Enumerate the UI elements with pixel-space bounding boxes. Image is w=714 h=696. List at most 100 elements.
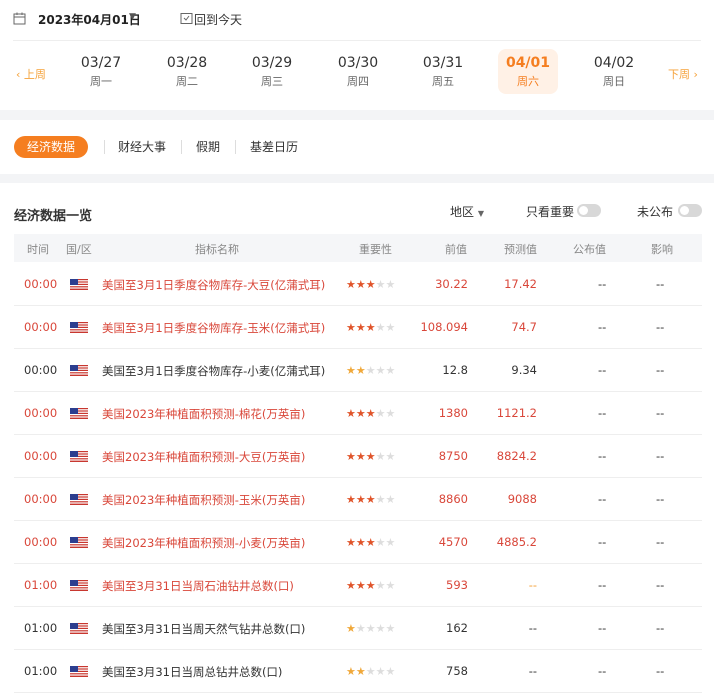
star-icon: ★ <box>375 278 386 291</box>
day-tab-0327[interactable]: 03/27 周一 <box>71 49 131 94</box>
star-icon: ★ <box>355 579 366 592</box>
row-time: 00:00 <box>24 449 58 463</box>
day-date: 03/27 <box>80 55 122 71</box>
star-icon: ★ <box>365 493 376 506</box>
star-icon: ★ <box>375 536 386 549</box>
us-flag-icon <box>70 322 88 333</box>
star-icon: ★ <box>385 665 396 678</box>
day-weekday: 周五 <box>432 75 454 88</box>
economic-data-panel: 经济数据一览 地区 ▼ 只看重要 未公布 时间 国/区 指标名称 重要性 前值 … <box>0 183 714 696</box>
tab-basis-calendar[interactable]: 基差日历 <box>250 136 298 158</box>
us-flag-icon <box>70 623 88 634</box>
us-flag-icon <box>70 279 88 290</box>
day-tab-0331[interactable]: 03/31 周五 <box>413 49 473 94</box>
us-flag-icon <box>70 408 88 419</box>
prev-week-button[interactable]: ‹ 上周 <box>16 66 46 82</box>
back-to-today-link[interactable]: 回到今天 <box>194 11 242 28</box>
importance-stars: ★★★★★ <box>346 321 395 334</box>
star-icon: ★ <box>346 665 356 678</box>
table-row[interactable]: 00:00 美国2023年种植面积预测-大豆(万英亩) ★★★★★ 8750 8824.… <box>14 435 702 478</box>
row-time: 01:00 <box>24 664 58 678</box>
day-tab-0329[interactable]: 03/29 周三 <box>242 49 302 94</box>
row-time: 01:00 <box>24 621 58 635</box>
row-time: 01:00 <box>24 578 58 592</box>
row-forecast: -- <box>528 578 537 592</box>
star-icon: ★ <box>346 622 356 635</box>
next-week-label: 下周 <box>668 68 690 81</box>
calendar-icon[interactable] <box>13 12 26 25</box>
us-flag-icon <box>70 451 88 462</box>
row-indicator-name[interactable]: 美国至3月31日当周石油钻井总数(口) <box>102 578 294 594</box>
star-icon: ★ <box>346 321 356 334</box>
day-weekday: 周三 <box>261 75 283 88</box>
day-weekday: 周四 <box>347 75 369 88</box>
table-row[interactable]: 00:00 美国至3月1日季度谷物库存-玉米(亿蒲式耳) ★★★★★ 108.094 7… <box>14 306 702 349</box>
important-only-toggle[interactable] <box>577 204 601 217</box>
row-indicator-name[interactable]: 美国至3月1日季度谷物库存-小麦(亿蒲式耳) <box>102 363 325 379</box>
day-tab-0330[interactable]: 03/30 周四 <box>328 49 388 94</box>
row-indicator-name[interactable]: 美国2023年种植面积预测-小麦(万英亩) <box>102 535 305 551</box>
region-filter[interactable]: 地区 ▼ <box>450 203 484 220</box>
day-tab-0401[interactable]: 04/01 周六 <box>498 49 558 94</box>
star-icon: ★ <box>385 407 396 420</box>
row-actual: -- <box>598 535 607 549</box>
chevron-down-icon[interactable]: ▼ <box>129 12 136 22</box>
table-row[interactable]: 00:00 美国2023年种植面积预测-玉米(万英亩) ★★★★★ 8860 9088-… <box>14 478 702 521</box>
row-indicator-name[interactable]: 美国2023年种植面积预测-大豆(万英亩) <box>102 449 305 465</box>
row-indicator-name[interactable]: 美国2023年种植面积预测-棉花(万英亩) <box>102 406 305 422</box>
table-row[interactable]: 00:00 美国至3月1日季度谷物库存-小麦(亿蒲式耳) ★★★★★ 12.8 9.34… <box>14 349 702 392</box>
today-icon[interactable] <box>180 12 193 25</box>
row-indicator-name[interactable]: 美国至3月1日季度谷物库存-玉米(亿蒲式耳) <box>102 320 325 336</box>
star-icon: ★ <box>355 493 366 506</box>
tab-economic-data[interactable]: 经济数据 <box>14 136 89 158</box>
star-icon: ★ <box>385 536 396 549</box>
row-impact: -- <box>656 320 665 334</box>
col-indicator: 指标名称 <box>195 243 239 256</box>
table-row[interactable]: 00:00 美国2023年种植面积预测-小麦(万英亩) ★★★★★ 4570 4885.… <box>14 521 702 564</box>
table-header: 时间 国/区 指标名称 重要性 前值 预测值 公布值 影响 <box>14 234 702 262</box>
next-week-button[interactable]: 下周 › <box>668 66 698 82</box>
day-tab-0402[interactable]: 04/02 周日 <box>584 49 644 94</box>
row-impact: -- <box>656 277 665 291</box>
star-icon: ★ <box>355 536 366 549</box>
date-header: 2023年04月01日 ▼ 回到今天 ‹ 上周 03/27 周一 03/28 周… <box>0 0 714 110</box>
date-selector[interactable]: 2023年04月01日 <box>38 11 141 28</box>
row-indicator-name[interactable]: 美国至3月1日季度谷物库存-大豆(亿蒲式耳) <box>102 277 325 293</box>
unpublished-toggle[interactable] <box>678 204 702 217</box>
row-indicator-name[interactable]: 美国至3月31日当周天然气钻井总数(口) <box>102 621 305 637</box>
tab-holidays[interactable]: 假期 <box>196 136 220 158</box>
week-selector: ‹ 上周 03/27 周一 03/28 周二 03/29 周三 03/30 周四… <box>0 41 714 109</box>
row-indicator-name[interactable]: 美国至3月31日当周总钻井总数(口) <box>102 664 282 680</box>
row-impact: -- <box>656 406 665 420</box>
col-impact: 影响 <box>651 243 673 256</box>
row-previous: 12.8 <box>442 363 468 377</box>
table-row[interactable]: 00:00 美国2023年种植面积预测-棉花(万英亩) ★★★★★ 1380 1121.… <box>14 392 702 435</box>
table-row[interactable]: 01:00 美国至3月31日当周天然气钻井总数(口) ★★★★★ 162 -- -- -- <box>14 607 702 650</box>
row-forecast: -- <box>528 664 537 678</box>
table-row[interactable]: 01:00 美国至3月31日当周总钻井总数(口) ★★★★★ 758 -- -- -- <box>14 650 702 693</box>
star-icon: ★ <box>375 493 386 506</box>
tab-divider <box>104 140 105 154</box>
row-forecast: -- <box>528 621 537 635</box>
row-previous: 30.22 <box>435 277 468 291</box>
col-actual: 公布值 <box>573 243 606 256</box>
star-icon: ★ <box>385 493 396 506</box>
star-icon: ★ <box>385 450 396 463</box>
row-indicator-name[interactable]: 美国2023年种植面积预测-玉米(万英亩) <box>102 492 305 508</box>
star-icon: ★ <box>346 364 356 377</box>
important-only-label: 只看重要 <box>526 205 575 219</box>
star-icon: ★ <box>365 579 376 592</box>
tab-financial-events[interactable]: 财经大事 <box>118 136 166 158</box>
row-forecast: 8824.2 <box>496 449 537 463</box>
table-row[interactable]: 01:00 美国至3月31日当周石油钻井总数(口) ★★★★★ 593 -- -- -- <box>14 564 702 607</box>
table-row[interactable]: 00:00 美国至3月1日季度谷物库存-大豆(亿蒲式耳) ★★★★★ 30.22 17.… <box>14 263 702 306</box>
row-time: 00:00 <box>24 320 58 334</box>
row-previous: 8860 <box>438 492 468 506</box>
star-icon: ★ <box>375 622 386 635</box>
row-actual: -- <box>598 621 607 635</box>
importance-stars: ★★★★★ <box>346 493 395 506</box>
star-icon: ★ <box>355 278 366 291</box>
star-icon: ★ <box>346 579 356 592</box>
star-icon: ★ <box>365 364 376 377</box>
day-tab-0328[interactable]: 03/28 周二 <box>157 49 217 94</box>
